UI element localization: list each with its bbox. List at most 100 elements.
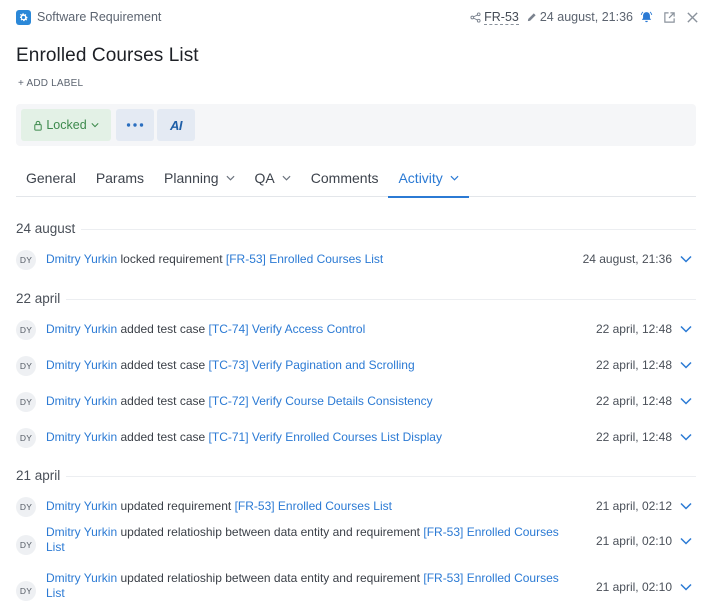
chevron-down-icon (226, 175, 235, 181)
activity-row: DY Dmitry Yurkin added test case [TC-71] … (16, 428, 696, 448)
divider (66, 475, 696, 477)
activity-text: Dmitry Yurkin added test case [TC-71] Ve… (46, 430, 571, 445)
avatar: DY (16, 581, 36, 601)
activity-row: DY Dmitry Yurkin updated requirement [FR-… (16, 497, 696, 517)
close-icon[interactable] (686, 11, 699, 24)
activity-action: added test case (117, 358, 209, 372)
tab-bar: General Params Planning QA Comments Activity (16, 158, 696, 198)
tab-planning[interactable]: Planning (154, 158, 245, 197)
chevron-down-icon (282, 175, 291, 181)
activity-action: added test case (117, 322, 209, 336)
activity-text: Dmitry Yurkin added test case [TC-74] Ve… (46, 322, 571, 337)
activity-text: Dmitry Yurkin updated relatioship betwee… (46, 571, 571, 601)
activity-date-label: 24 august (16, 220, 76, 236)
user-link[interactable]: Dmitry Yurkin (46, 394, 117, 408)
tab-general[interactable]: General (16, 158, 86, 197)
avatar: DY (16, 392, 36, 412)
activity-text: Dmitry Yurkin added test case [TC-72] Ve… (46, 394, 571, 409)
expand-chevron-icon[interactable] (680, 583, 692, 591)
tab-label: Activity (398, 169, 443, 186)
activity-timestamp: 21 april, 02:12 (595, 499, 672, 513)
item-link[interactable]: [TC-73] Verify Pagination and Scrolling (209, 358, 415, 372)
status-dropdown-button[interactable]: Locked (21, 109, 111, 141)
activity-timestamp: 22 april, 12:48 (595, 358, 672, 372)
user-link[interactable]: Dmitry Yurkin (46, 571, 117, 585)
ai-assistant-button[interactable]: AI (157, 109, 195, 141)
tab-label: General (26, 169, 76, 186)
divider (81, 228, 696, 230)
divider (66, 298, 696, 300)
tab-label: Comments (310, 169, 379, 186)
activity-date-label: 22 april (16, 290, 61, 306)
activity-timestamp: 24 august, 21:36 (582, 252, 672, 266)
user-link[interactable]: Dmitry Yurkin (46, 322, 117, 336)
activity-row: DY Dmitry Yurkin added test case [TC-74] … (16, 320, 696, 340)
item-type-label: Software Requirement (37, 10, 162, 24)
user-link[interactable]: Dmitry Yurkin (46, 358, 117, 372)
gear-icon (16, 9, 31, 25)
expand-chevron-icon[interactable] (680, 361, 692, 369)
activity-timestamp: 22 april, 12:48 (595, 430, 672, 444)
last-edit-date: 24 august, 21:36 (539, 10, 633, 24)
activity-timestamp: 22 april, 12:48 (595, 322, 672, 336)
activity-text: Dmitry Yurkin updated relatioship betwee… (46, 525, 571, 555)
activity-row: DY Dmitry Yurkin updated relatioship betw… (16, 571, 696, 601)
item-link[interactable]: [TC-74] Verify Access Control (209, 322, 366, 336)
user-link[interactable]: Dmitry Yurkin (46, 499, 117, 513)
tab-params[interactable]: Params (86, 158, 154, 197)
activity-date-header: 21 april (16, 465, 696, 485)
pencil-icon (526, 12, 537, 23)
activity-row: DY Dmitry Yurkin locked requirement [FR-5… (16, 250, 696, 270)
user-link[interactable]: Dmitry Yurkin (46, 252, 117, 266)
item-link[interactable]: [FR-53] Enrolled Courses List (226, 252, 383, 266)
status-label: Locked (46, 118, 87, 132)
item-link[interactable]: [FR-53] Enrolled Courses List (235, 499, 392, 513)
expand-chevron-icon[interactable] (680, 255, 692, 263)
activity-action: updated relatioship between data entity … (117, 571, 424, 585)
open-in-new-icon[interactable] (663, 11, 676, 24)
requirement-id[interactable]: FR-53 (484, 10, 519, 25)
expand-chevron-icon[interactable] (680, 325, 692, 333)
expand-chevron-icon[interactable] (680, 397, 692, 405)
activity-action: added test case (117, 394, 209, 408)
item-link[interactable]: [TC-72] Verify Course Details Consistenc… (209, 394, 433, 408)
page-title: Enrolled Courses List (16, 45, 199, 66)
tab-label: Planning (164, 169, 219, 186)
tab-label: Params (95, 169, 145, 186)
user-link[interactable]: Dmitry Yurkin (46, 525, 117, 539)
user-link[interactable]: Dmitry Yurkin (46, 430, 117, 444)
share-icon[interactable] (470, 11, 481, 23)
avatar: DY (16, 320, 36, 340)
activity-timestamp: 22 april, 12:48 (595, 394, 672, 408)
tab-comments[interactable]: Comments (301, 158, 389, 197)
avatar: DY (16, 428, 36, 448)
expand-chevron-icon[interactable] (680, 433, 692, 441)
activity-action: updated requirement (117, 499, 235, 513)
activity-row: DY Dmitry Yurkin added test case [TC-73] … (16, 356, 696, 376)
more-actions-button[interactable] (116, 109, 154, 141)
activity-action: updated relatioship between data entity … (117, 525, 424, 539)
expand-chevron-icon[interactable] (680, 502, 692, 510)
more-horizontal-icon (126, 123, 144, 127)
activity-action: locked requirement (117, 252, 226, 266)
top-bar-meta: FR-53 24 august, 21:36 (470, 10, 699, 25)
add-label-button[interactable]: + ADD LABEL (18, 78, 83, 89)
chevron-down-icon (450, 175, 459, 181)
chevron-down-icon (91, 122, 99, 128)
activity-text: Dmitry Yurkin locked requirement [FR-53]… (46, 252, 571, 267)
activity-text: Dmitry Yurkin updated requirement [FR-53… (46, 499, 571, 514)
avatar: DY (16, 497, 36, 517)
activity-date-header: 22 april (16, 288, 696, 308)
tab-activity[interactable]: Activity (388, 158, 470, 198)
avatar: DY (16, 356, 36, 376)
activity-timestamp: 21 april, 02:10 (595, 580, 672, 594)
avatar: DY (16, 535, 36, 555)
activity-text: Dmitry Yurkin added test case [TC-73] Ve… (46, 358, 571, 373)
top-bar: Software Requirement FR-53 24 august, 21… (0, 0, 715, 34)
expand-chevron-icon[interactable] (680, 537, 692, 545)
activity-action: added test case (117, 430, 209, 444)
toolbar: Locked AI (16, 104, 696, 146)
bell-icon[interactable] (640, 11, 653, 24)
tab-qa[interactable]: QA (245, 158, 301, 197)
item-link[interactable]: [TC-71] Verify Enrolled Courses List Dis… (209, 430, 442, 444)
